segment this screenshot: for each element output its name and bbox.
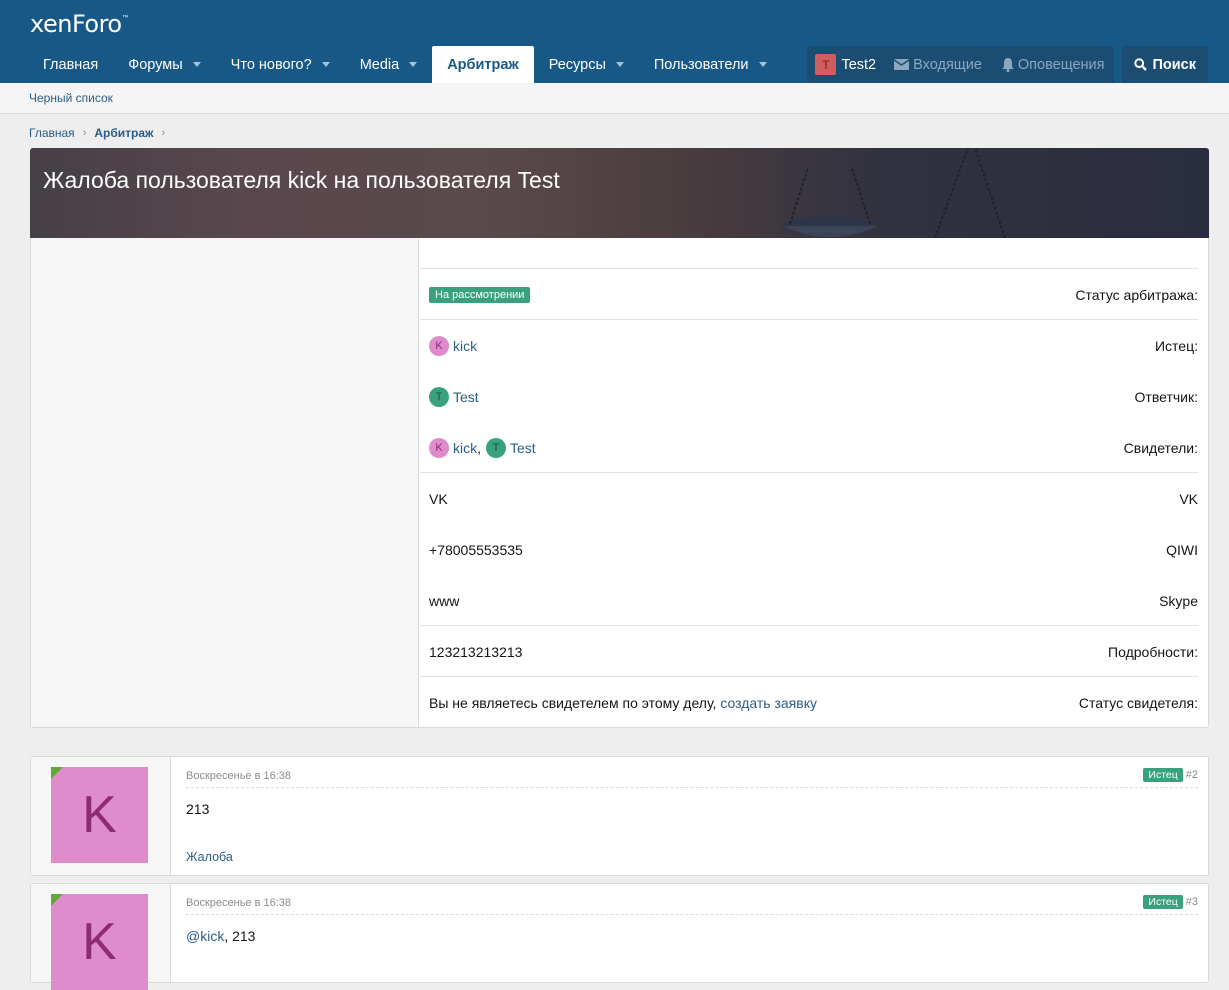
skype-value: www xyxy=(429,593,460,609)
caret-down-icon[interactable] xyxy=(758,62,767,67)
divider xyxy=(420,625,1198,626)
details-value: 123213213213 xyxy=(429,644,523,660)
envelope-icon xyxy=(894,59,910,70)
defendant-label: Ответчик: xyxy=(1134,389,1198,405)
separator: , xyxy=(477,440,482,456)
post: K Воскресенье в 16:38 Истец #2 213 Жалоб… xyxy=(30,756,1209,876)
user-nav: T Test2 Входящие Оповещения Поиск xyxy=(807,46,1208,83)
post-number[interactable]: #2 xyxy=(1186,769,1198,781)
user-block: T Test2 Входящие Оповещения xyxy=(807,46,1115,83)
user-avatar: T xyxy=(815,54,837,75)
account-name: Test2 xyxy=(841,56,877,73)
nav-tab-whats-new[interactable]: Что нового? xyxy=(216,46,345,83)
post-number[interactable]: #3 xyxy=(1186,896,1198,908)
qiwi-label: QIWI xyxy=(1166,542,1198,558)
post-date[interactable]: Воскресенье в 16:38 xyxy=(186,897,291,909)
avatar[interactable]: K xyxy=(51,894,148,990)
avatar: T xyxy=(429,387,449,407)
chevron-right-icon: › xyxy=(82,127,87,139)
site-header: xenForo™ Главная Форумы Что нового? Medi… xyxy=(0,0,1229,83)
blacklist-link[interactable]: Черный список xyxy=(29,91,113,105)
qiwi-value: +78005553535 xyxy=(429,542,523,558)
nav-tab-arbitration[interactable]: Арбитраж xyxy=(432,46,534,83)
breadcrumb-arbitration[interactable]: Арбитраж xyxy=(94,126,153,140)
nav-tab-forums[interactable]: Форумы xyxy=(113,46,215,83)
post-meta: Истец #2 xyxy=(1143,768,1198,782)
thread-banner: Жалоба пользователя kick на пользователя… xyxy=(30,148,1209,238)
status-label: Статус арбитража: xyxy=(1075,287,1198,303)
online-indicator xyxy=(51,767,63,779)
account-link[interactable]: T Test2 xyxy=(807,46,884,83)
nav-tab-members[interactable]: Пользователи xyxy=(639,46,782,83)
post-body: @kick, 213 xyxy=(186,928,256,944)
caret-down-icon[interactable] xyxy=(409,62,418,67)
divider xyxy=(186,914,1198,915)
nav-tab-resources[interactable]: Ресурсы xyxy=(534,46,639,83)
role-badge: Истец xyxy=(1143,895,1183,909)
post-body: 213 xyxy=(186,801,210,817)
witness-status-text: Вы не являетесь свидетелем по этому делу… xyxy=(429,695,717,711)
vk-label: VK xyxy=(1179,491,1198,507)
online-indicator xyxy=(51,894,63,906)
avatar: K xyxy=(429,336,449,356)
divider xyxy=(420,268,1198,269)
divider xyxy=(420,319,1198,320)
inbox-link[interactable]: Входящие xyxy=(884,46,992,83)
witness-link[interactable]: T Test xyxy=(486,438,536,458)
nav-tab-home[interactable]: Главная xyxy=(28,46,113,83)
divider xyxy=(420,676,1198,677)
caret-down-icon[interactable] xyxy=(321,62,330,67)
post: K Воскресенье в 16:38 Истец #3 @kick, 21… xyxy=(30,883,1209,990)
breadcrumb-home[interactable]: Главная xyxy=(29,126,75,140)
plaintiff-link[interactable]: Kkick xyxy=(429,336,477,356)
vk-value: VK xyxy=(429,491,448,507)
post-date[interactable]: Воскресенье в 16:38 xyxy=(186,770,291,782)
report-link[interactable]: Жалоба xyxy=(186,850,233,864)
labels-column xyxy=(31,238,419,727)
xenforo-logo[interactable]: xenForo™ xyxy=(30,10,130,38)
post-meta: Истец #3 xyxy=(1143,895,1198,909)
caret-down-icon[interactable] xyxy=(615,62,624,67)
caret-down-icon[interactable] xyxy=(192,62,201,67)
avatar: T xyxy=(486,438,507,458)
mention-link[interactable]: @kick xyxy=(186,928,224,944)
thread-title: Жалоба пользователя kick на пользователя… xyxy=(43,167,560,193)
alerts-link[interactable]: Оповещения xyxy=(992,46,1115,83)
create-request-link[interactable]: создать заявку xyxy=(720,695,817,711)
bell-icon xyxy=(1001,57,1014,72)
avatar[interactable]: K xyxy=(51,767,148,863)
divider xyxy=(186,787,1198,788)
role-badge: Истец xyxy=(1143,768,1183,782)
witnesses-label: Свидетели: xyxy=(1123,440,1198,456)
sub-nav: Черный список xyxy=(0,83,1229,114)
defendant-link[interactable]: T Test xyxy=(429,387,479,407)
main-nav: Главная Форумы Что нового? Media Арбитра… xyxy=(28,46,782,83)
search-button[interactable]: Поиск xyxy=(1122,46,1208,83)
scales-of-justice-image xyxy=(782,148,1053,238)
avatar: K xyxy=(429,438,449,458)
witness-status-label: Статус свидетеля: xyxy=(1078,695,1198,711)
arbitration-details: Статус арбитража: На рассмотрении Истец:… xyxy=(30,238,1209,728)
breadcrumb: Главная › Арбитраж › xyxy=(29,126,173,140)
details-label: Подробности: xyxy=(1108,644,1198,660)
nav-tab-media[interactable]: Media xyxy=(345,46,433,83)
plaintiff-label: Истец: xyxy=(1154,338,1198,354)
status-badge: На рассмотрении xyxy=(429,287,531,303)
skype-label: Skype xyxy=(1159,593,1198,609)
witness-link[interactable]: Kkick xyxy=(429,438,477,458)
chevron-right-icon: › xyxy=(161,127,166,139)
divider xyxy=(420,472,1198,473)
search-icon xyxy=(1134,58,1148,71)
